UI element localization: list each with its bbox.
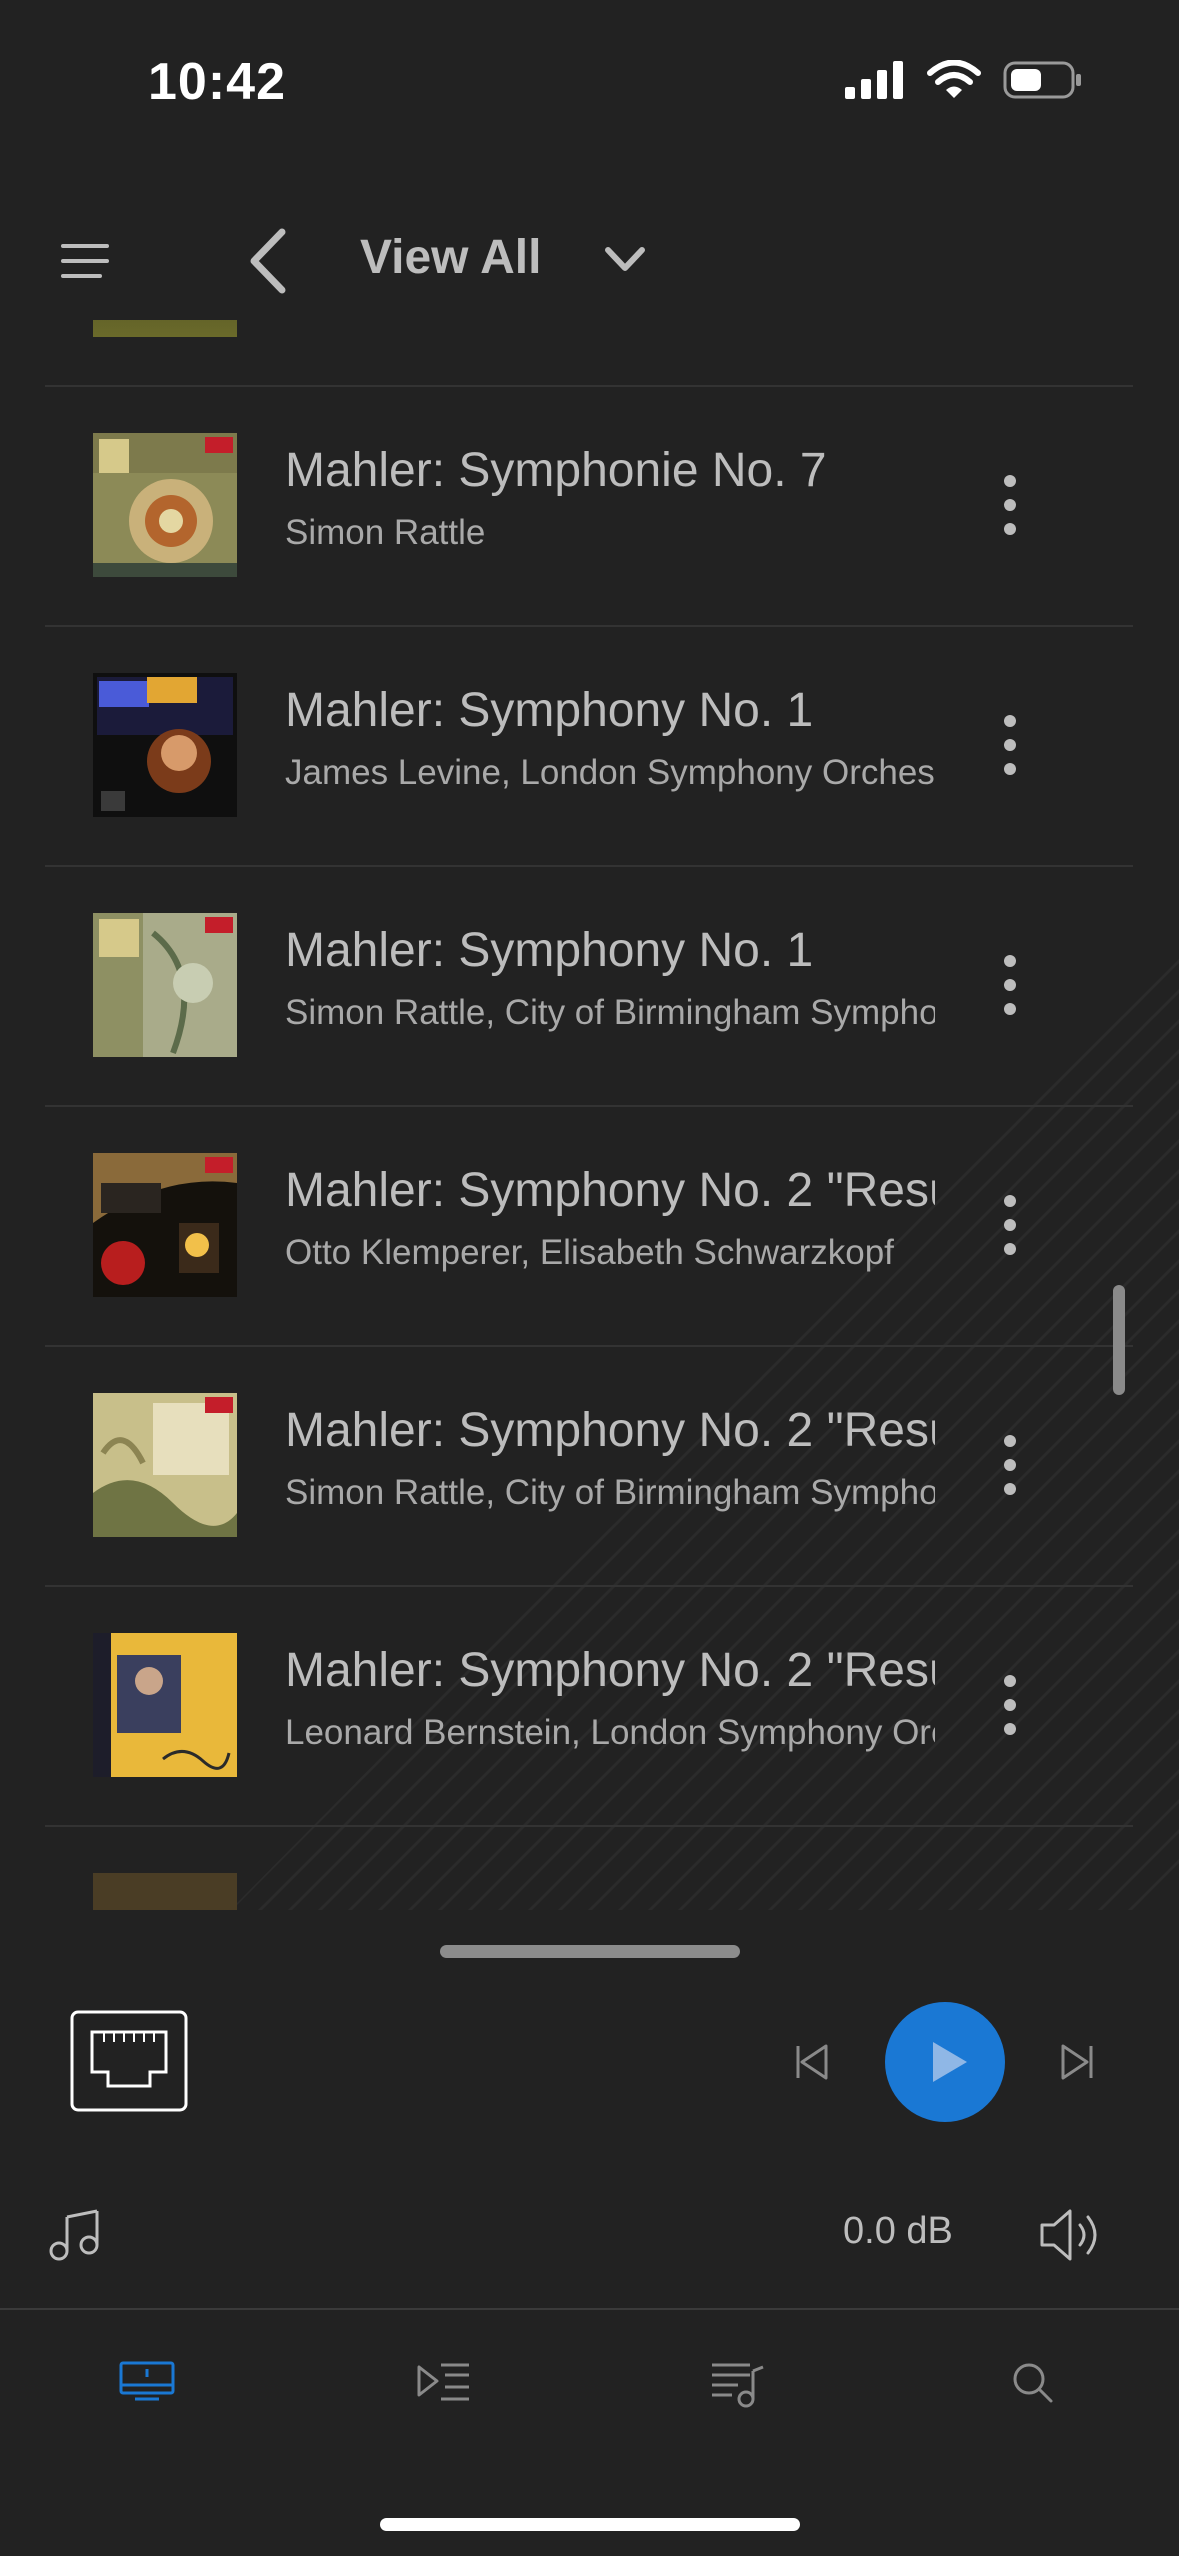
list-item[interactable]: Mahler: Symphony No. 2 "Resurrection" Ot…: [45, 1105, 1133, 1347]
album-cover[interactable]: [93, 1633, 237, 1777]
hamburger-menu-icon[interactable]: [60, 238, 110, 284]
list-item[interactable]: Mahler: Symphony No. 1 Simon Rattle, Cit…: [45, 865, 1133, 1107]
playlist-music-icon[interactable]: [708, 2355, 768, 2411]
page-title[interactable]: View All: [360, 230, 541, 285]
list-item[interactable]: Mahler: Symphonie No. 7 Simon Rattle: [45, 385, 1133, 627]
album-cover[interactable]: [93, 913, 237, 1057]
album-artist: Leonard Bernstein, London Symphony Orche…: [285, 1713, 935, 1752]
battery-icon: [1003, 60, 1083, 105]
play-button[interactable]: [885, 2002, 1005, 2122]
search-icon[interactable]: [1003, 2355, 1063, 2411]
volume-level: 0.0 dB: [843, 2210, 953, 2252]
album-artist: James Levine, London Symphony Orchestra: [285, 753, 935, 792]
album-title: Mahler: Symphony No. 2 "Resurrection": [285, 1404, 935, 1457]
album-title: Mahler: Symphony No. 1: [285, 684, 814, 737]
tab-bar-divider: [0, 2308, 1179, 2310]
album-list[interactable]: Mahler: Symphonie No. 7 Simon Rattle Mah…: [0, 320, 1179, 1910]
status-icons: [845, 59, 1083, 105]
album-title: Mahler: Symphonie No. 7: [285, 444, 827, 497]
ethernet-port-icon[interactable]: [70, 2010, 188, 2112]
album-cover[interactable]: [93, 673, 237, 817]
list-item[interactable]: Mahler: Symphony No. 2 "Resurrection" Si…: [45, 1345, 1133, 1587]
album-cover[interactable]: [93, 1873, 237, 1910]
album-cover[interactable]: [93, 320, 237, 337]
more-options-icon[interactable]: [995, 1665, 1025, 1745]
list-item-partial-top[interactable]: [45, 320, 1133, 387]
more-options-icon[interactable]: [995, 945, 1025, 1025]
album-cover[interactable]: [93, 1153, 237, 1297]
chevron-left-icon[interactable]: [240, 226, 300, 296]
album-title: Mahler: Symphony No. 2 "Resurrection": [285, 1164, 935, 1217]
home-indicator[interactable]: [380, 2518, 800, 2531]
album-artist: Otto Klemperer, Elisabeth Schwarzkopf: [285, 1233, 894, 1272]
album-cover[interactable]: [93, 433, 237, 577]
more-options-icon[interactable]: [995, 1425, 1025, 1505]
cellular-signal-icon: [845, 61, 905, 104]
status-bar: 10:42: [0, 0, 1179, 170]
list-item[interactable]: Mahler: Symphony No. 1 James Levine, Lon…: [45, 625, 1133, 867]
album-title: Mahler: Symphony No. 2 "Resurrection": [285, 1644, 935, 1697]
album-title: Mahler: Symphony No. 1: [285, 924, 814, 977]
more-options-icon[interactable]: [995, 1185, 1025, 1265]
speaker-volume-icon[interactable]: [1038, 2205, 1108, 2265]
status-time: 10:42: [148, 53, 286, 111]
chevron-down-icon[interactable]: [600, 240, 650, 280]
header-bar: View All: [0, 200, 1179, 320]
play-queue-icon[interactable]: [413, 2355, 473, 2411]
scrollbar-thumb[interactable]: [1113, 1285, 1125, 1395]
album-cover[interactable]: [93, 1393, 237, 1537]
album-artist: Simon Rattle, City of Birmingham Symphon…: [285, 1473, 935, 1512]
more-options-icon[interactable]: [995, 465, 1025, 545]
player-sheet-handle[interactable]: [440, 1945, 740, 1958]
skip-previous-icon[interactable]: [790, 2040, 834, 2084]
list-item-partial-bottom[interactable]: [45, 1825, 1133, 1910]
album-artist: Simon Rattle: [285, 513, 486, 552]
device-screen-icon[interactable]: [117, 2355, 177, 2411]
skip-next-icon[interactable]: [1055, 2040, 1099, 2084]
album-artist: Simon Rattle, City of Birmingham Symphon…: [285, 993, 935, 1032]
play-icon: [885, 2042, 1005, 2126]
list-item[interactable]: Mahler: Symphony No. 2 "Resurrection" Le…: [45, 1585, 1133, 1827]
wifi-icon: [927, 59, 981, 105]
more-options-icon[interactable]: [995, 705, 1025, 785]
music-note-icon[interactable]: [45, 2205, 105, 2265]
